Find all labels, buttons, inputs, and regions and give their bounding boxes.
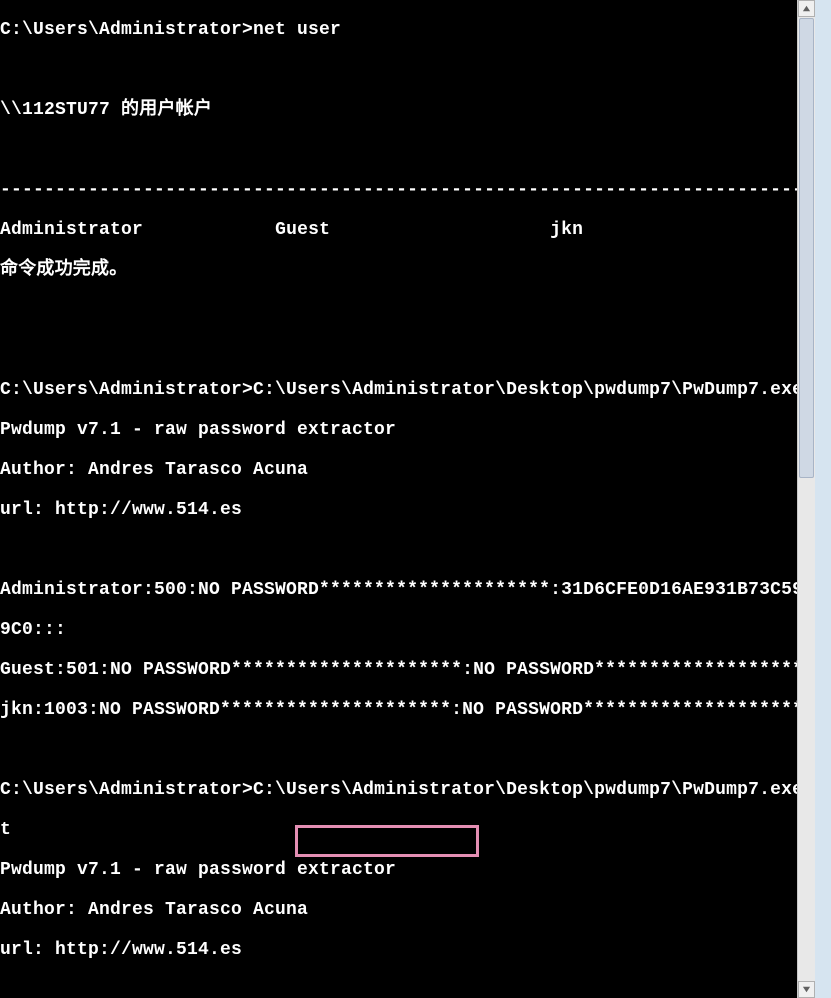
cmd-pwdump-redir-wrap: t [0, 820, 11, 840]
pwdump-banner3b: url: http://www.514.es [0, 940, 242, 960]
cmd-net-user: net user [253, 20, 341, 40]
scrollbar-up-arrow-icon[interactable] [798, 0, 815, 17]
terminal-text: C:\Users\Administrator>net user \\112STU… [0, 0, 797, 998]
pwdump-banner1: Pwdump v7.1 - raw password extractor [0, 420, 396, 440]
netuser-col3: jkn [550, 220, 583, 240]
netuser-divider: ----------------------------------------… [0, 180, 797, 200]
hash-admin-b: 9C0::: [0, 620, 66, 640]
scrollbar-down-arrow-icon[interactable] [798, 981, 815, 998]
hash-jkn: jkn:1003:NO PASSWORD********************… [0, 700, 797, 720]
vertical-scrollbar[interactable] [797, 0, 816, 998]
hash-admin-a: Administrator:500:NO PASSWORD***********… [0, 580, 797, 600]
netuser-col1: Administrator [0, 220, 143, 240]
netuser-col2: Guest [275, 220, 330, 240]
hash-guest: Guest:501:NO PASSWORD*******************… [0, 660, 797, 680]
pwdump-banner3: url: http://www.514.es [0, 500, 242, 520]
cmd-pwdump: C:\Users\Administrator\Desktop\pwdump7\P… [253, 380, 797, 400]
netuser-done: 命令成功完成。 [0, 260, 127, 280]
terminal-view[interactable]: C:\Users\Administrator>net user \\112STU… [0, 0, 797, 998]
scrollbar-thumb[interactable] [799, 18, 814, 478]
pwdump-banner1b: Pwdump v7.1 - raw password extractor [0, 860, 396, 880]
pwdump-banner2: Author: Andres Tarasco Acuna [0, 460, 308, 480]
pwdump-banner2b: Author: Andres Tarasco Acuna [0, 900, 308, 920]
prompt: C:\Users\Administrator> [0, 20, 253, 40]
prompt: C:\Users\Administrator> [0, 780, 253, 800]
prompt: C:\Users\Administrator> [0, 380, 253, 400]
window-border-area [815, 0, 831, 998]
netuser-host: \\112STU77 的用户帐户 [0, 100, 212, 120]
cmd-pwdump-redir: C:\Users\Administrator\Desktop\pwdump7\P… [253, 780, 797, 800]
